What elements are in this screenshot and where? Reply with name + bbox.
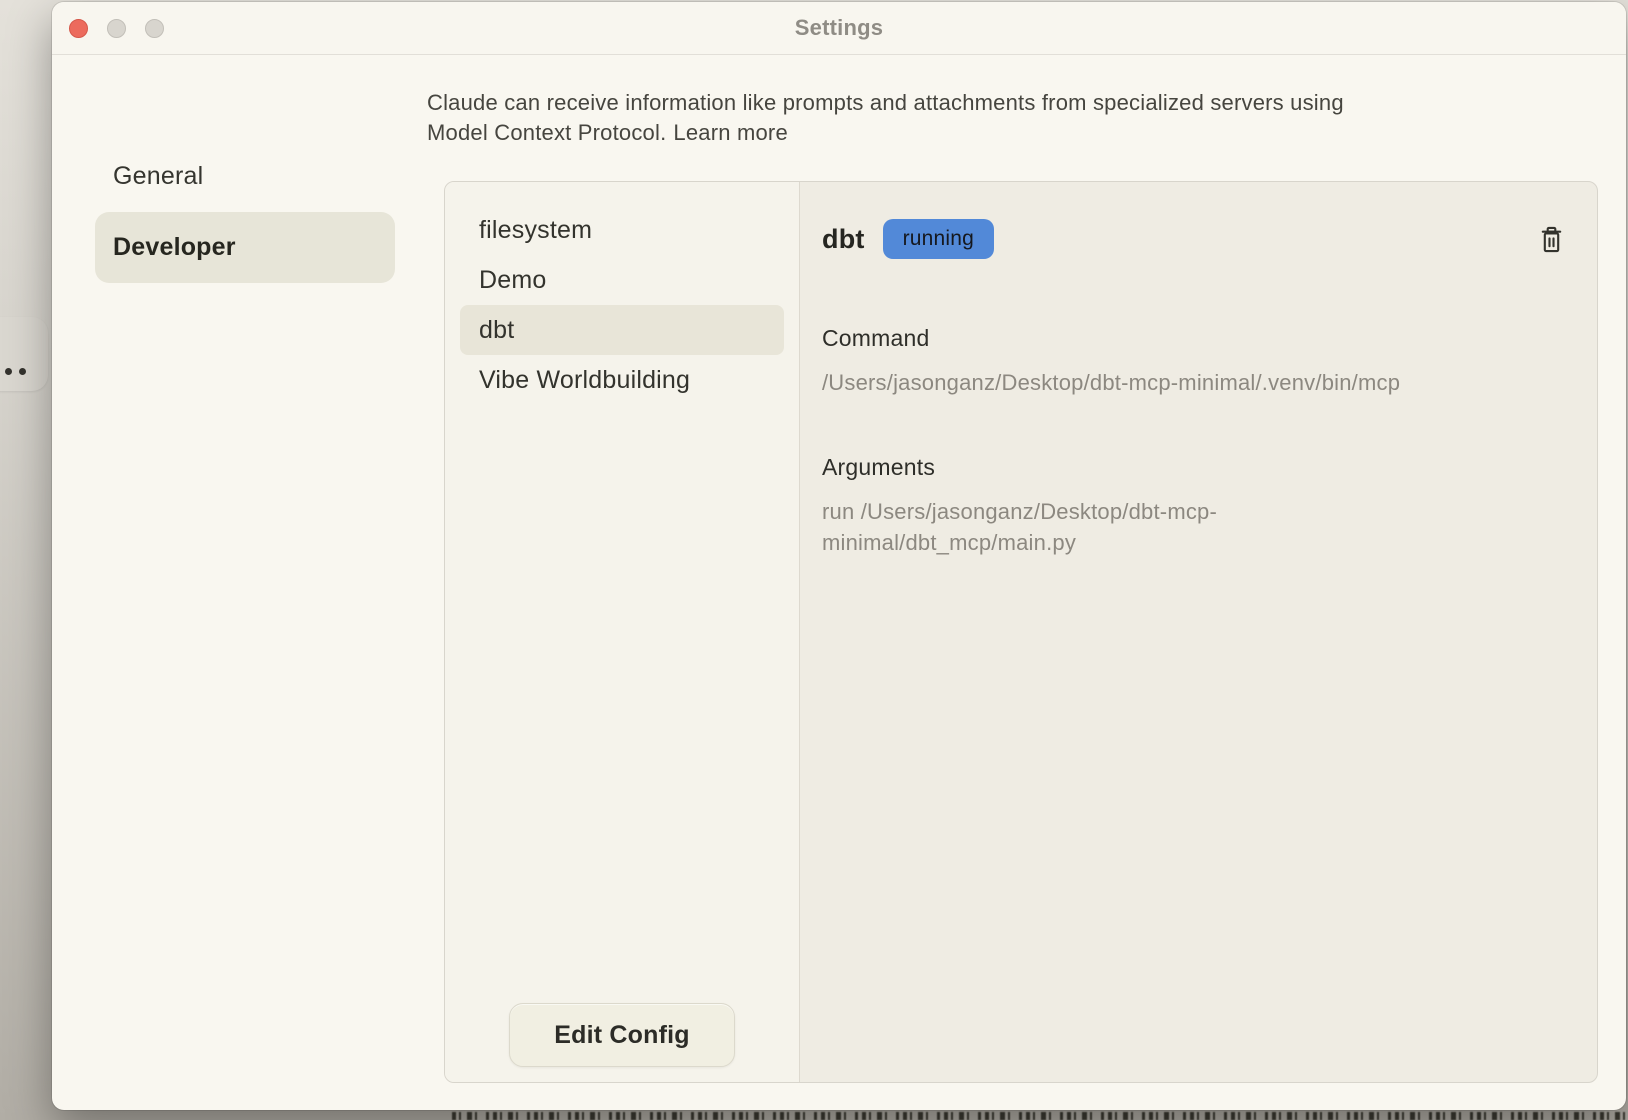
background-window-text-fragment <box>452 1112 1628 1120</box>
mcp-servers-panel: filesystem Demo dbt Vibe Worldbuilding E… <box>444 181 1598 1083</box>
command-label: Command <box>822 325 1567 352</box>
command-value: /Users/jasonganz/Desktop/dbt-mcp-minimal… <box>822 367 1567 398</box>
sidebar-item-developer[interactable]: Developer <box>95 212 395 283</box>
dot-icon <box>5 368 12 375</box>
server-detail-header: dbt running <box>822 219 1567 259</box>
mcp-description: Claude can receive information like prom… <box>427 88 1598 148</box>
page-title: Settings <box>52 15 1626 41</box>
server-list-item-vibe-worldbuilding[interactable]: Vibe Worldbuilding <box>460 355 784 405</box>
server-name: dbt <box>479 316 514 345</box>
server-list-item-dbt[interactable]: dbt <box>460 305 784 355</box>
server-list-item-filesystem[interactable]: filesystem <box>460 205 784 255</box>
edit-config-button[interactable]: Edit Config <box>509 1003 735 1067</box>
background-window-handle[interactable] <box>0 317 48 391</box>
arguments-label: Arguments <box>822 454 1567 481</box>
settings-body: General Developer Claude can receive inf… <box>52 55 1626 1110</box>
arguments-line2: minimal/dbt_mcp/main.py <box>822 530 1076 555</box>
server-detail-panel: dbt running <box>800 182 1597 1082</box>
arguments-line1: run /Users/jasonganz/Desktop/dbt-mcp- <box>822 499 1217 524</box>
developer-content: Claude can receive information like prom… <box>427 55 1598 1083</box>
server-name: Vibe Worldbuilding <box>479 366 690 395</box>
server-detail-name: dbt <box>822 224 865 255</box>
server-name: Demo <box>479 266 547 295</box>
mcp-description-line2: Model Context Protocol. <box>427 120 666 145</box>
settings-sidebar: General Developer <box>95 141 395 283</box>
delete-server-button[interactable] <box>1535 223 1567 255</box>
mcp-description-line1: Claude can receive information like prom… <box>427 90 1344 115</box>
command-field: Command /Users/jasonganz/Desktop/dbt-mcp… <box>822 325 1567 398</box>
title-bar: Settings <box>52 2 1626 55</box>
sidebar-item-label: Developer <box>113 233 236 262</box>
dot-icon <box>19 368 26 375</box>
settings-window: Settings General Developer Claude can re… <box>52 2 1626 1110</box>
server-name: filesystem <box>479 216 592 245</box>
learn-more-link[interactable]: Learn more <box>673 120 788 145</box>
server-list-item-demo[interactable]: Demo <box>460 255 784 305</box>
status-badge: running <box>883 219 994 259</box>
trash-icon <box>1538 225 1565 254</box>
arguments-value: run /Users/jasonganz/Desktop/dbt-mcp- mi… <box>822 496 1342 558</box>
server-list: filesystem Demo dbt Vibe Worldbuilding E… <box>445 182 800 1082</box>
sidebar-item-general[interactable]: General <box>95 141 395 212</box>
arguments-field: Arguments run /Users/jasonganz/Desktop/d… <box>822 454 1567 558</box>
sidebar-item-label: General <box>113 162 203 191</box>
